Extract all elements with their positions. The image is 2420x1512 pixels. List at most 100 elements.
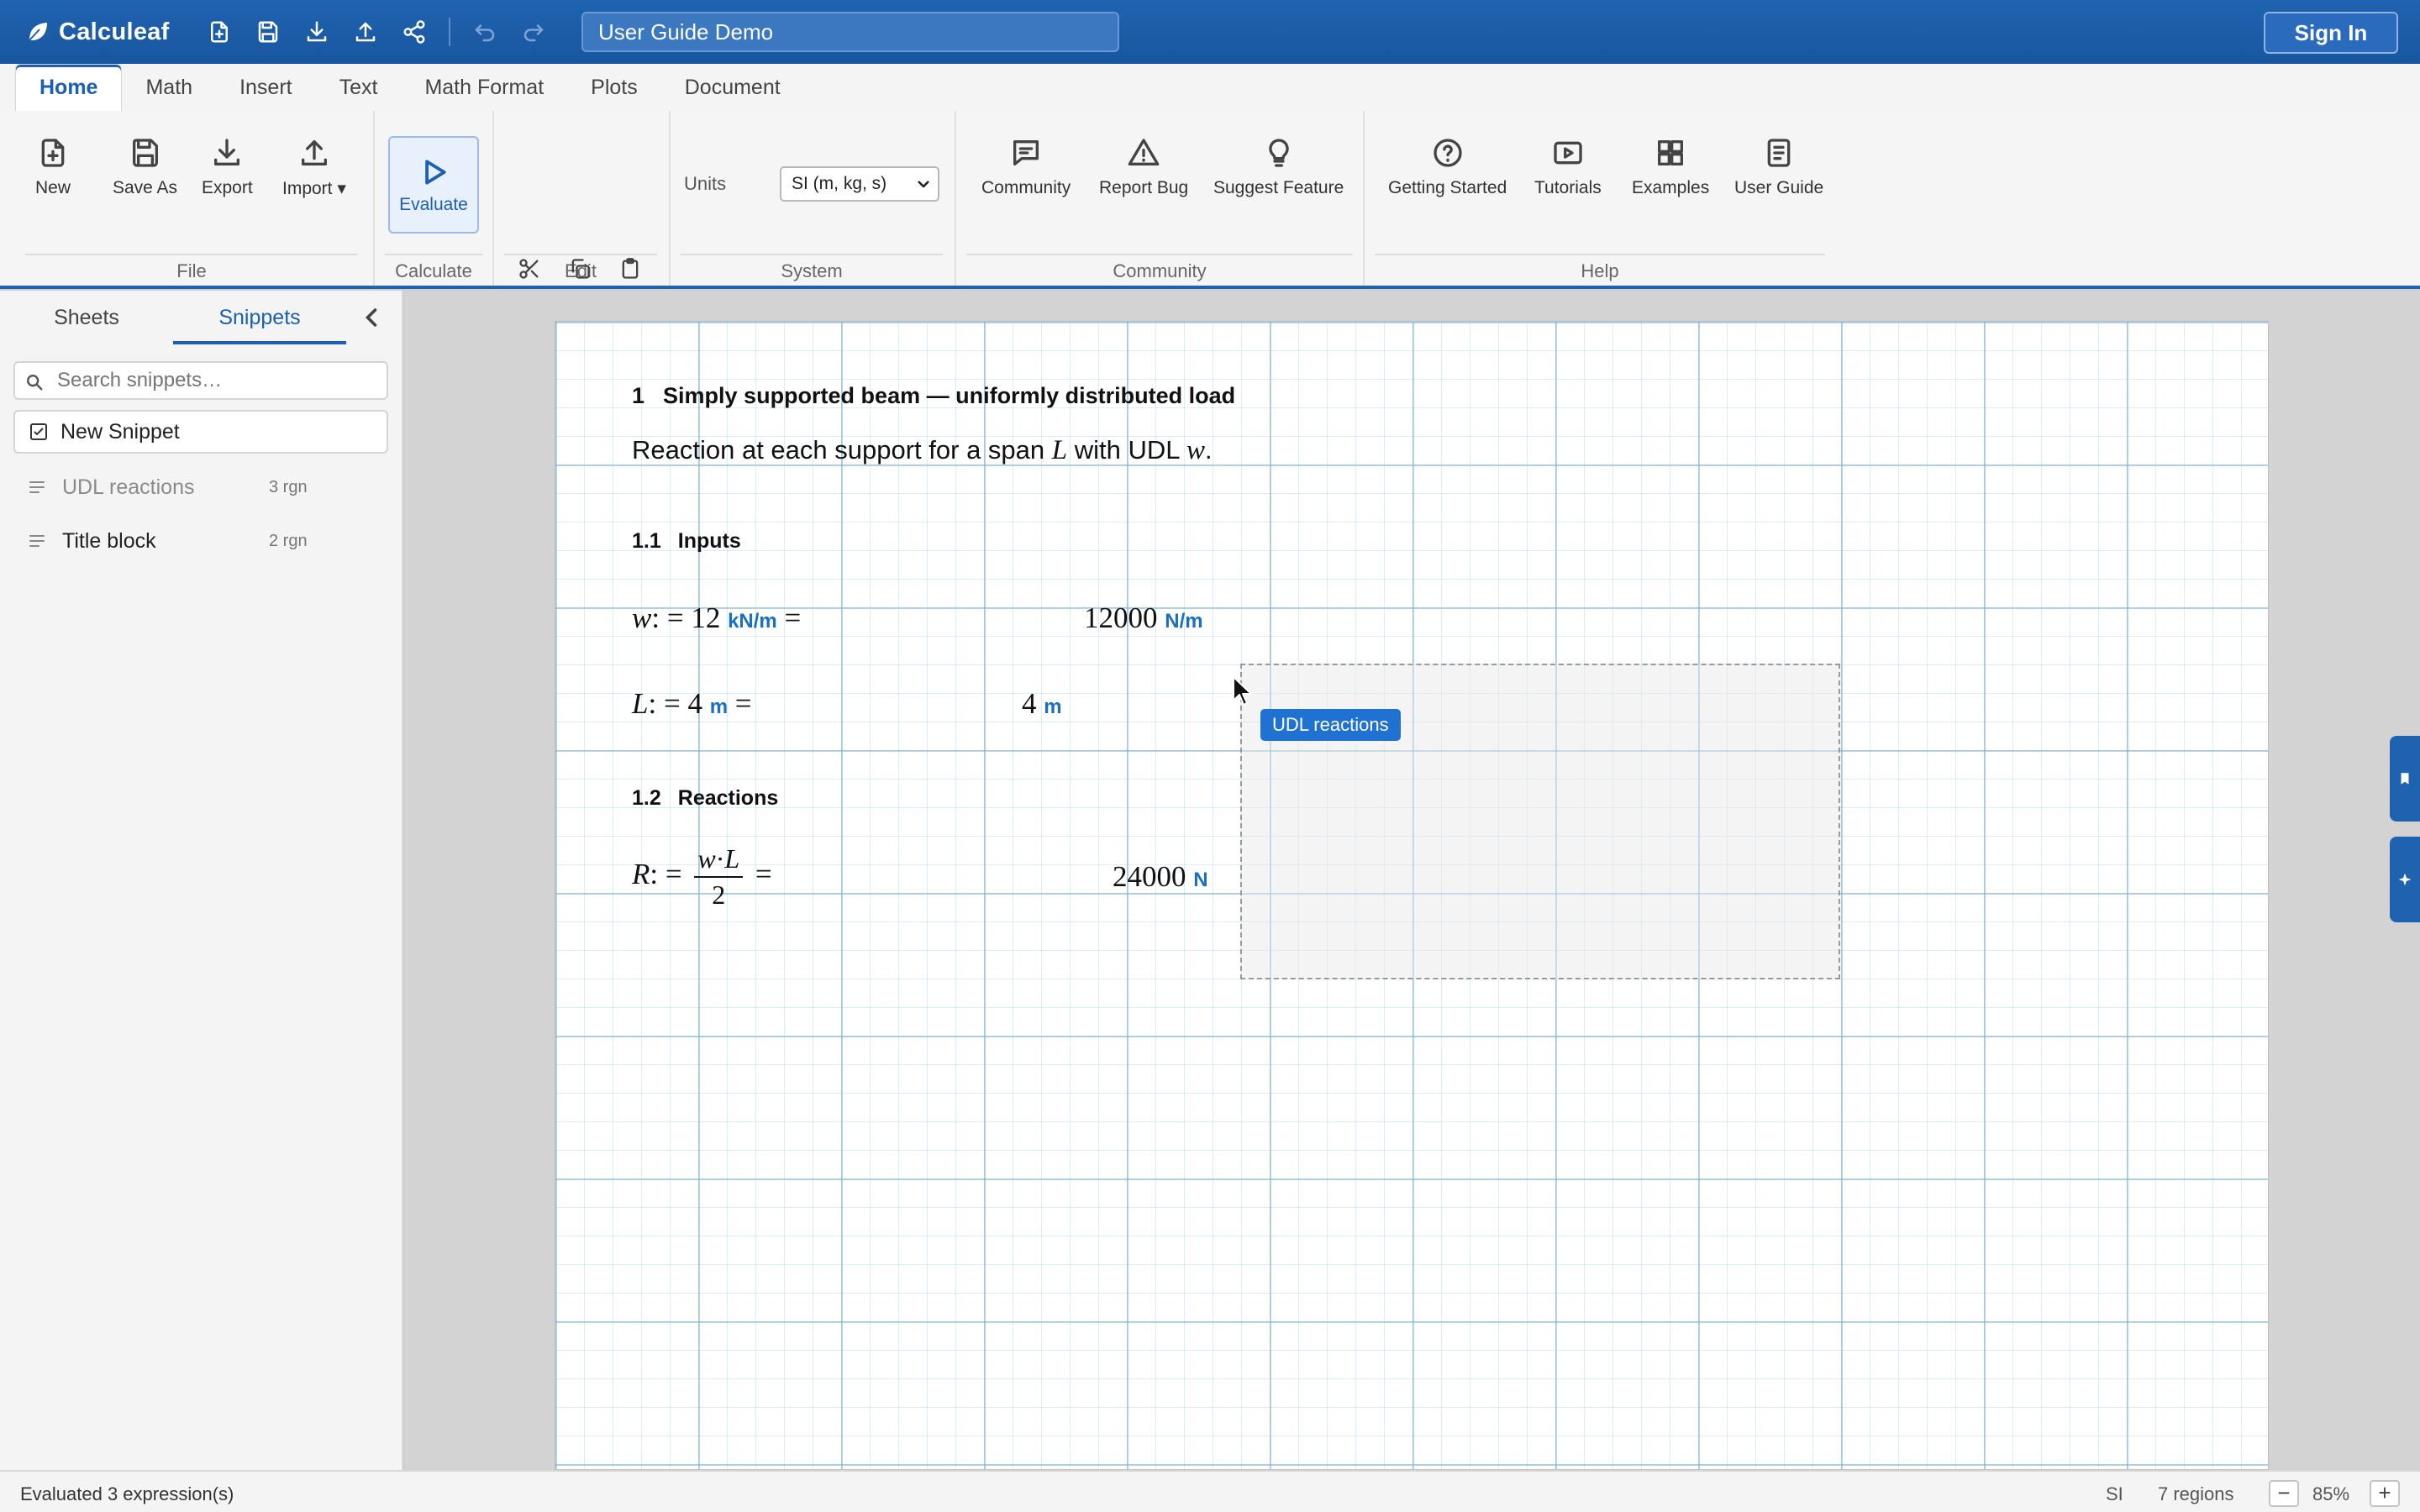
save-icon — [258, 21, 277, 43]
math-result-w: 12000 N/m — [1084, 601, 1203, 635]
group-underline — [966, 254, 1353, 255]
evaluate-button[interactable]: Evaluate — [388, 136, 479, 234]
new-button[interactable]: New — [35, 136, 71, 228]
group-underline — [25, 254, 358, 255]
snippet-drop-tag: UDL reactions — [1260, 709, 1401, 741]
save-button[interactable] — [244, 8, 292, 56]
tab-math-format[interactable]: Math Format — [401, 64, 567, 111]
quick-actions — [195, 8, 558, 56]
units-select[interactable]: SI (m, kg, s) — [780, 166, 939, 202]
tab-document[interactable]: Document — [661, 64, 804, 111]
sign-in-button[interactable]: Sign In — [2264, 12, 2398, 54]
new-file-button[interactable] — [195, 8, 244, 56]
export-button[interactable]: Export — [202, 136, 253, 228]
snippet-name: Title block — [62, 528, 156, 553]
redo-button[interactable] — [509, 8, 558, 56]
report-bug-button[interactable]: Report Bug — [1099, 136, 1188, 228]
mouse-pointer-icon — [1233, 676, 1252, 706]
sidebar-tab-snippets[interactable]: Snippets — [173, 291, 346, 344]
zoom-out-button[interactable]: − — [2269, 1480, 2299, 1507]
tutorials-button[interactable]: Tutorials — [1534, 136, 1602, 228]
import-label: Import ▾ — [282, 179, 346, 198]
tab-home[interactable]: Home — [15, 64, 123, 111]
tutorials-label: Tutorials — [1534, 178, 1602, 197]
result-unit: N — [1193, 869, 1208, 891]
tab-insert[interactable]: Insert — [216, 64, 316, 111]
examples-button[interactable]: Examples — [1632, 136, 1709, 228]
text-variable: L — [1051, 435, 1068, 465]
group-community: Community Report Bug Suggest Feature Com… — [956, 111, 1363, 286]
group-label-community: Community — [1113, 260, 1207, 281]
community-button[interactable]: Community — [981, 136, 1071, 228]
ribbon-tabs: Home Math Insert Text Math Format Plots … — [0, 64, 2420, 111]
paste-button[interactable] — [612, 250, 649, 287]
text-segment: with UDL — [1067, 435, 1186, 465]
share-icon — [403, 20, 425, 44]
zoom-level: 85% — [2312, 1483, 2350, 1504]
snippet-item[interactable]: Title block 2 rgn — [13, 517, 388, 564]
section-heading[interactable]: 1 Simply supported beam — uniformly distr… — [632, 383, 1235, 409]
save-as-button[interactable]: Save As — [113, 136, 177, 228]
text-segment: . — [1204, 435, 1213, 465]
math-operator: : = — [650, 858, 690, 891]
report-bug-label: Report Bug — [1099, 178, 1189, 197]
math-region-r[interactable]: R: = w·L 2 = — [632, 843, 772, 911]
group-label-system: System — [781, 260, 843, 281]
video-icon — [1554, 141, 1582, 165]
status-region-count: 7 regions — [2158, 1483, 2234, 1504]
group-label-calculate: Calculate — [395, 260, 472, 281]
tab-math[interactable]: Math — [122, 64, 216, 111]
group-label-file: File — [176, 260, 207, 281]
export-label: Export — [202, 178, 253, 197]
undo-button[interactable] — [460, 8, 509, 56]
new-snippet-label: New Snippet — [60, 419, 180, 444]
math-unit: kN/m — [728, 610, 777, 633]
new-snippet-button[interactable]: New Snippet — [13, 410, 388, 454]
document-title-input[interactable] — [581, 12, 1119, 52]
math-region-l[interactable]: L: = 4 m = — [632, 687, 752, 721]
chevron-down-icon — [918, 181, 929, 188]
text-segment: Reaction at each support for a span — [632, 435, 1052, 465]
snippet-region-count: 3 rgn — [269, 477, 308, 496]
copy-button[interactable] — [561, 250, 598, 287]
result-value: 24000 — [1113, 860, 1186, 893]
tab-plots[interactable]: Plots — [567, 64, 661, 111]
bookmark-icon — [2401, 773, 2409, 785]
assistant-panel-button[interactable] — [2390, 837, 2420, 922]
suggest-feature-button[interactable]: Suggest Feature — [1213, 136, 1344, 228]
section-number: 1 — [632, 383, 645, 408]
math-region-w[interactable]: w: = 12 kN/m = — [632, 601, 801, 635]
upload-button[interactable] — [341, 8, 390, 56]
community-label: Community — [981, 178, 1071, 197]
user-guide-button[interactable]: User Guide — [1734, 136, 1823, 228]
download-button[interactable] — [292, 8, 341, 56]
units-select-value: SI (m, kg, s) — [792, 174, 887, 193]
math-result-r: 24000 N — [1113, 860, 1208, 894]
bookmark-panel-button[interactable] — [2390, 736, 2420, 822]
collapse-sidebar-button[interactable] — [356, 302, 387, 333]
math-variable: L — [632, 687, 649, 720]
chat-icon — [1013, 140, 1039, 165]
import-button[interactable]: Import ▾ — [282, 136, 346, 228]
cut-button[interactable] — [511, 250, 548, 287]
checkbox-icon — [30, 423, 47, 440]
redo-icon — [523, 24, 543, 42]
snippet-item[interactable]: UDL reactions 3 rgn — [13, 464, 388, 511]
download-icon — [214, 139, 240, 165]
sparkle-icon — [2398, 873, 2412, 886]
sidebar-tabs: Sheets Snippets — [0, 291, 402, 348]
app-name: Calculeaf — [59, 18, 170, 45]
snippet-search-input[interactable] — [13, 361, 388, 400]
share-button[interactable] — [390, 8, 439, 56]
title-bar: Calculeaf Sign In — [0, 0, 2420, 64]
subsection-heading[interactable]: 1.2 Reactions — [632, 786, 778, 811]
text-region[interactable]: Reaction at each support for a span L wi… — [632, 435, 1213, 466]
getting-started-button[interactable]: Getting Started — [1388, 136, 1507, 228]
tab-text[interactable]: Text — [316, 64, 402, 111]
snippet-region-count: 2 rgn — [269, 531, 308, 550]
save-icon — [132, 139, 158, 167]
zoom-in-button[interactable]: + — [2370, 1480, 2400, 1507]
subsection-heading[interactable]: 1.1 Inputs — [632, 529, 741, 554]
sidebar-tab-sheets[interactable]: Sheets — [0, 291, 173, 344]
new-file-icon — [210, 21, 228, 43]
